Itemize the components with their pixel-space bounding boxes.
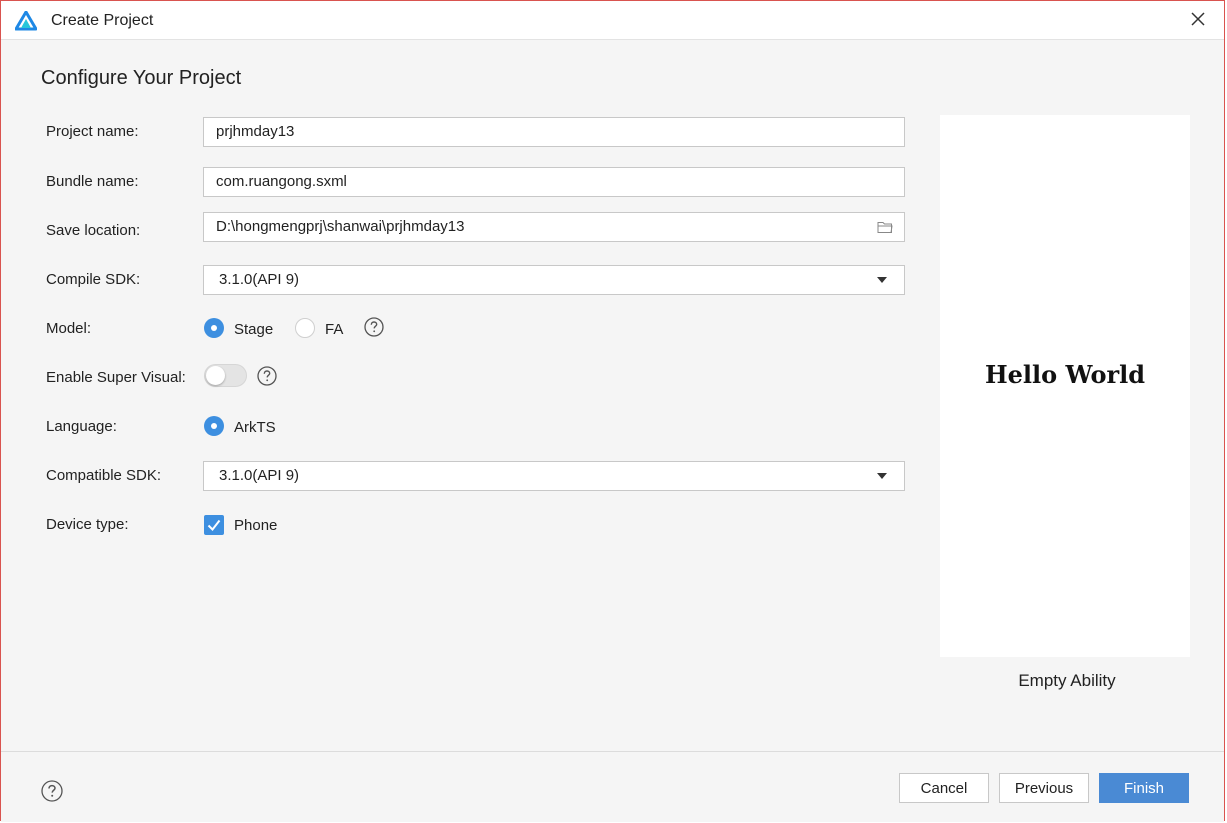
- checkmark-icon: [207, 519, 221, 532]
- compile-sdk-value: 3.1.0(API 9): [219, 271, 300, 288]
- device-phone-label: Phone: [234, 517, 278, 534]
- language-arkts-label: ArkTS: [234, 419, 276, 436]
- window-title: Create Project: [51, 12, 154, 29]
- help-icon[interactable]: [41, 780, 63, 802]
- device-phone-checkbox[interactable]: [204, 515, 224, 535]
- language-arkts-radio[interactable]: [204, 416, 224, 436]
- close-icon: [1191, 11, 1205, 31]
- template-preview: Hello World: [940, 115, 1190, 657]
- model-fa-label: FA: [325, 321, 344, 338]
- finish-button[interactable]: Finish: [1099, 773, 1189, 803]
- bundle-name-input[interactable]: com.ruangong.sxml: [203, 167, 905, 197]
- model-stage-radio[interactable]: [204, 318, 224, 338]
- page-heading: Configure Your Project: [41, 67, 242, 89]
- model-stage-label: Stage: [234, 321, 274, 338]
- device-type-label: Device type:: [46, 516, 129, 533]
- previous-button[interactable]: Previous: [999, 773, 1089, 803]
- compile-sdk-select[interactable]: 3.1.0(API 9): [203, 265, 905, 295]
- super-visual-toggle[interactable]: [204, 364, 247, 387]
- cancel-button[interactable]: Cancel: [899, 773, 989, 803]
- compatible-sdk-label: Compatible SDK:: [46, 467, 162, 484]
- save-location-input[interactable]: D:\hongmengprj\shanwai\prjhmday13: [203, 212, 905, 242]
- project-name-input[interactable]: prjhmday13: [203, 117, 905, 147]
- folder-icon[interactable]: [877, 220, 893, 234]
- dialog-footer: Cancel Previous Finish: [1, 751, 1224, 822]
- deveco-logo-icon: [14, 10, 38, 31]
- help-icon[interactable]: [364, 317, 384, 337]
- model-fa-radio[interactable]: [295, 318, 315, 338]
- close-button[interactable]: [1186, 9, 1210, 33]
- save-location-label: Save location:: [46, 222, 141, 239]
- model-label: Model:: [46, 320, 92, 337]
- compatible-sdk-value: 3.1.0(API 9): [219, 467, 300, 484]
- toggle-knob: [206, 366, 225, 385]
- create-project-dialog: Create Project Configure Your Project Pr…: [0, 0, 1225, 822]
- bundle-name-label: Bundle name:: [46, 173, 139, 190]
- super-visual-label: Enable Super Visual:: [46, 369, 186, 386]
- template-name: Empty Ability: [1018, 671, 1116, 690]
- chevron-down-icon: [877, 277, 887, 283]
- compatible-sdk-select[interactable]: 3.1.0(API 9): [203, 461, 905, 491]
- preview-hello-text: Hello World: [984, 360, 1146, 389]
- language-label: Language:: [46, 418, 117, 435]
- title-bar: Create Project: [1, 1, 1224, 40]
- help-icon[interactable]: [257, 366, 277, 386]
- chevron-down-icon: [877, 473, 887, 479]
- project-name-label: Project name:: [46, 123, 139, 140]
- compile-sdk-label: Compile SDK:: [46, 271, 141, 288]
